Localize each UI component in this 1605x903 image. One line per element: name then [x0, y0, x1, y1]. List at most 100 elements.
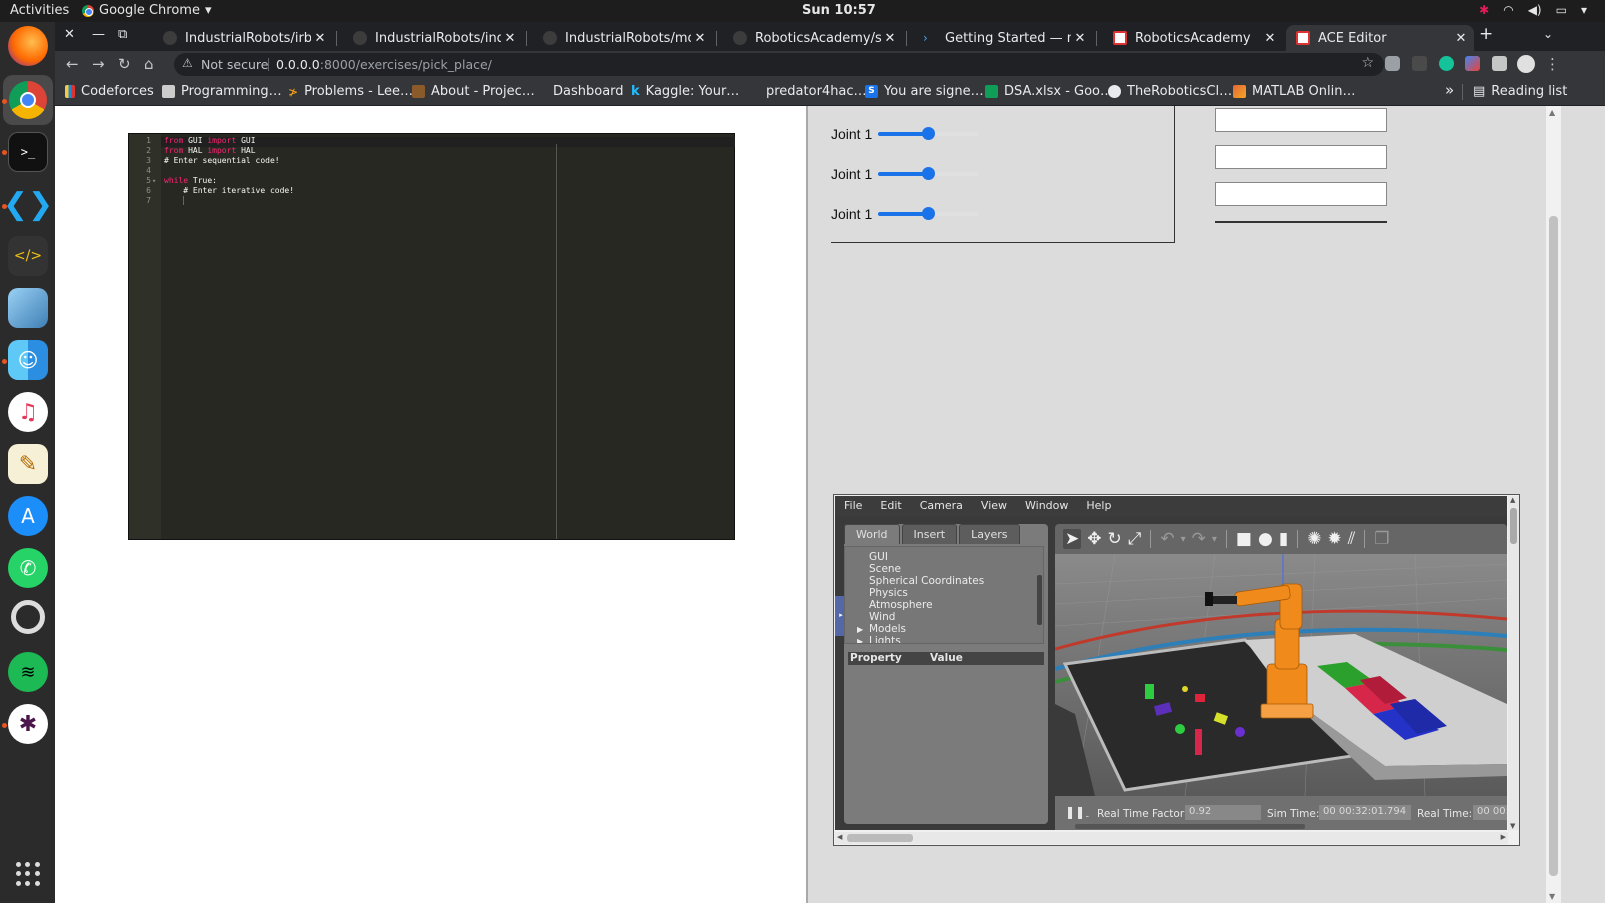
- joint-slider[interactable]: [878, 167, 979, 180]
- extensions-puzzle-icon[interactable]: [1492, 56, 1507, 71]
- directional-light-icon[interactable]: ⫽: [1348, 529, 1356, 549]
- bookmark-leetcode[interactable]: ≯ Problems - Lee…: [288, 84, 413, 99]
- value-input-3[interactable]: [1215, 182, 1387, 206]
- image-viewer-icon[interactable]: [8, 288, 48, 328]
- close-tab-icon[interactable]: ✕: [1261, 31, 1279, 46]
- extension-multicolor-icon[interactable]: [1465, 56, 1480, 71]
- url-text[interactable]: 0.0.0.0:8000/exercises/pick_place/: [276, 57, 492, 72]
- code-editor-icon[interactable]: </>: [8, 236, 48, 276]
- close-tab-icon[interactable]: ✕: [881, 31, 899, 46]
- redo-history-icon[interactable]: ▾: [1212, 534, 1217, 545]
- pause-icon[interactable]: ❚❚: [1065, 805, 1085, 819]
- bookmark-theroboticscl[interactable]: TheRoboticsCl…: [1108, 84, 1232, 99]
- gazebo-horizontal-scrollbar[interactable]: ◀ ▶: [835, 832, 1508, 844]
- tree-item[interactable]: Spherical Coordinates: [869, 575, 984, 587]
- bookmark-dashboard[interactable]: Dashboard: [553, 84, 624, 99]
- new-tab-icon[interactable]: +: [1479, 24, 1493, 44]
- extension-dark-icon[interactable]: [1412, 56, 1427, 71]
- value-input-2[interactable]: [1215, 145, 1387, 169]
- gz-tab-insert[interactable]: Insert: [901, 524, 958, 544]
- close-tab-icon[interactable]: ✕: [1071, 31, 1089, 46]
- scroll-down-icon[interactable]: ▼: [1549, 892, 1555, 901]
- gz-menu-camera[interactable]: Camera: [911, 496, 972, 516]
- bookmark-about-project[interactable]: About - Projec…: [412, 84, 535, 99]
- browser-menu-icon[interactable]: ⋮: [1545, 55, 1560, 73]
- gz-tab-layers[interactable]: Layers: [959, 524, 1020, 544]
- more-bookmarks-button[interactable]: »: [1445, 81, 1454, 99]
- firefox-icon[interactable]: [8, 26, 48, 66]
- scale-mode-icon[interactable]: ⤢: [1128, 529, 1142, 549]
- whatsapp-icon[interactable]: ✆: [8, 548, 48, 588]
- sync-icon[interactable]: [11, 600, 45, 634]
- close-tab-icon[interactable]: ✕: [501, 31, 519, 46]
- gz-menu-edit[interactable]: Edit: [871, 496, 910, 516]
- cylinder-shape-icon[interactable]: ▮: [1279, 529, 1288, 549]
- warning-icon[interactable]: ⚠: [182, 56, 193, 70]
- tree-scrollbar[interactable]: [1037, 575, 1042, 625]
- tree-item[interactable]: Physics: [869, 587, 908, 599]
- translate-mode-icon[interactable]: ✥: [1087, 529, 1101, 549]
- forward-icon[interactable]: →: [92, 55, 105, 73]
- close-tab-icon[interactable]: ✕: [691, 31, 709, 46]
- gazebo-vertical-scrollbar[interactable]: ▲ ▼: [1508, 496, 1519, 830]
- grammarly-icon[interactable]: [1439, 56, 1454, 71]
- profile-avatar[interactable]: [1517, 55, 1535, 73]
- slider-thumb[interactable]: [922, 127, 936, 140]
- bookmark-star-icon[interactable]: ☆: [1361, 55, 1374, 71]
- rotate-mode-icon[interactable]: ↻: [1108, 529, 1122, 549]
- gz-tab-world[interactable]: World: [844, 524, 900, 544]
- scroll-up-icon[interactable]: ▲: [1549, 108, 1555, 117]
- tab-ace-editor[interactable]: ACE Editor ✕: [1286, 25, 1474, 51]
- gz-menu-file[interactable]: File: [835, 496, 871, 516]
- redo-icon[interactable]: ↷: [1192, 529, 1206, 549]
- tree-item[interactable]: Scene: [869, 563, 901, 575]
- tree-item[interactable]: Models: [869, 623, 906, 635]
- box-shape-icon[interactable]: ■: [1236, 529, 1252, 549]
- close-window-icon[interactable]: ✕: [64, 27, 75, 42]
- tab-search-icon[interactable]: ⌄: [1543, 27, 1553, 41]
- scrollbar-thumb[interactable]: [847, 834, 913, 842]
- close-tab-icon[interactable]: ✕: [311, 31, 329, 46]
- scrollbar-thumb[interactable]: [1510, 508, 1517, 544]
- point-light-icon[interactable]: ✺: [1307, 529, 1321, 549]
- gazebo-3d-scene[interactable]: [1055, 554, 1507, 796]
- finder-icon[interactable]: ☺: [8, 340, 48, 380]
- spotify-icon[interactable]: ≋: [8, 652, 48, 692]
- reload-icon[interactable]: ↻: [118, 55, 131, 73]
- restore-window-icon[interactable]: ⧉: [118, 27, 127, 42]
- joint-slider[interactable]: [878, 207, 979, 220]
- tab-roboticsacademy[interactable]: RoboticsAcademy ✕: [1103, 25, 1283, 51]
- tree-item[interactable]: Wind: [869, 611, 895, 623]
- slack-icon[interactable]: ✱: [8, 704, 48, 744]
- terminal-icon[interactable]: >_: [8, 132, 48, 172]
- bookmark-signed-in[interactable]: S You are signe…: [865, 84, 984, 99]
- bookmark-codeforces[interactable]: Codeforces: [65, 84, 154, 99]
- app-menu[interactable]: Google Chrome ▾: [82, 3, 212, 18]
- tree-item[interactable]: GUI: [869, 551, 888, 563]
- bookmark-programming[interactable]: Programming…: [162, 84, 282, 99]
- activities-button[interactable]: Activities: [10, 3, 69, 18]
- home-icon[interactable]: ⌂: [144, 55, 154, 73]
- copy-icon[interactable]: ❐: [1374, 529, 1389, 549]
- tab-industrialrobots[interactable]: IndustrialRobots/indust ✕: [343, 25, 523, 51]
- back-icon[interactable]: ←: [66, 55, 79, 73]
- close-tab-icon[interactable]: ✕: [1452, 31, 1470, 46]
- scrollbar-thumb[interactable]: [1549, 216, 1558, 876]
- tree-item[interactable]: Atmosphere: [869, 599, 933, 611]
- joint-slider[interactable]: [878, 127, 979, 140]
- bookmark-predator[interactable]: predator4hac…: [747, 84, 867, 99]
- expand-arrow-icon[interactable]: ▶: [857, 637, 863, 643]
- status-scrollbar[interactable]: [1075, 824, 1305, 829]
- gz-menu-window[interactable]: Window: [1016, 496, 1077, 516]
- text-editor-icon[interactable]: ✎: [8, 444, 48, 484]
- power-menu-icon[interactable]: ▾: [1581, 3, 1587, 17]
- minimize-window-icon[interactable]: —: [92, 27, 105, 42]
- value-input-1[interactable]: [1215, 108, 1387, 132]
- slider-thumb[interactable]: [922, 207, 936, 220]
- clock[interactable]: Sun 10:57: [802, 3, 876, 18]
- bookmark-kaggle[interactable]: k Kaggle: Your…: [631, 84, 739, 99]
- code-editor[interactable]: 1 from GUI import GUI 2 from HAL import …: [128, 133, 735, 540]
- system-tray[interactable]: ✱ ◠ ◀) ▭ ▾: [1479, 3, 1587, 17]
- gz-menu-help[interactable]: Help: [1077, 496, 1120, 516]
- fold-arrow-icon[interactable]: ▾: [152, 177, 156, 185]
